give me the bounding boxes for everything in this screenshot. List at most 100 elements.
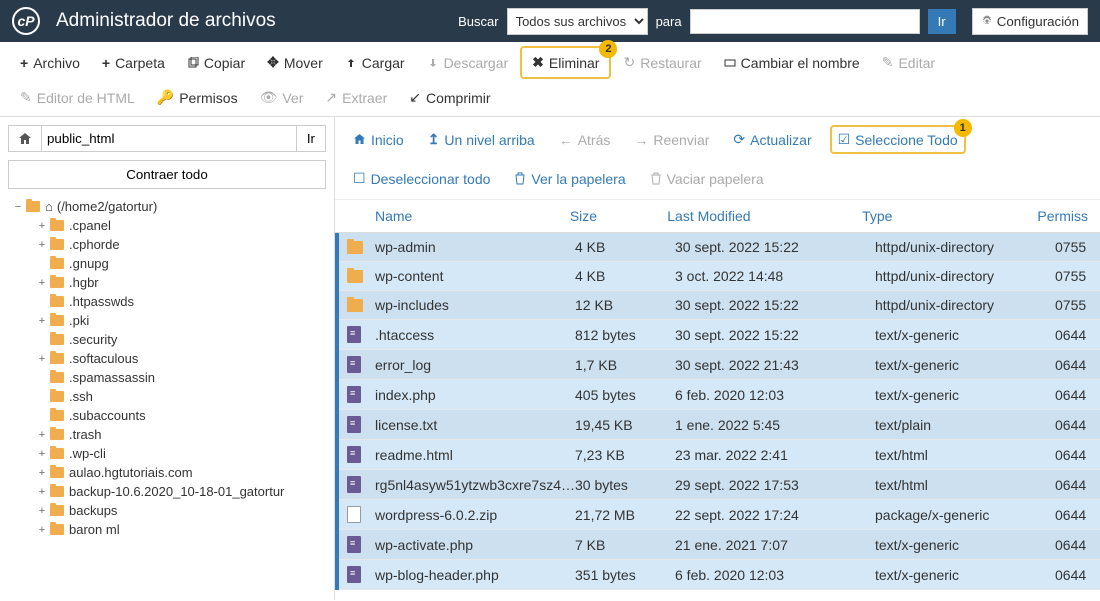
file-type: text/plain <box>875 417 1055 433</box>
table-row[interactable]: readme.html7,23 KB23 mar. 2022 2:41text/… <box>335 440 1100 470</box>
editor-html-button[interactable]: ✎Editor de HTML <box>10 83 145 112</box>
table-row[interactable]: .htaccess812 bytes30 sept. 2022 15:22tex… <box>335 320 1100 350</box>
comprimir-button[interactable]: ↙Comprimir <box>399 83 500 112</box>
tree-label: .hgbr <box>69 275 99 290</box>
eliminar-button[interactable]: ✖Eliminar2 <box>520 46 611 79</box>
tree-label: .softaculous <box>69 351 138 366</box>
col-modified[interactable]: Last Modified <box>667 208 862 224</box>
file-type: httpd/unix-directory <box>875 239 1055 255</box>
folder-icon <box>50 505 64 516</box>
zip-icon <box>347 506 361 523</box>
reenviar-link[interactable]: →Reenviar <box>628 125 715 154</box>
file-perm: 0644 <box>1055 507 1088 523</box>
archivo-button[interactable]: +Archivo <box>10 46 90 79</box>
tree-item[interactable]: .gnupg <box>8 254 326 273</box>
table-row[interactable]: index.php405 bytes6 feb. 2020 12:03text/… <box>335 380 1100 410</box>
tree-item[interactable]: +backup-10.6.2020_10-18-01_gatortur <box>8 482 326 501</box>
col-type[interactable]: Type <box>862 208 1037 224</box>
tree-item[interactable]: .spamassassin <box>8 368 326 387</box>
file-size: 30 bytes <box>575 477 675 493</box>
descargar-button[interactable]: Descargar <box>417 46 519 79</box>
vaciar-papelera-link[interactable]: Vaciar papelera <box>644 166 770 191</box>
main-toolbar: +Archivo +Carpeta Copiar ✥Mover Cargar D… <box>0 42 1100 117</box>
file-size: 4 KB <box>575 268 675 284</box>
folder-icon <box>50 296 64 307</box>
file-size: 12 KB <box>575 297 675 313</box>
file-perm: 0644 <box>1055 567 1088 583</box>
file-perm: 0644 <box>1055 477 1088 493</box>
tree-item[interactable]: .subaccounts <box>8 406 326 425</box>
cambiar-button[interactable]: Cambiar el nombre <box>714 46 870 79</box>
file-modified: 23 mar. 2022 2:41 <box>675 447 875 463</box>
tree-item[interactable]: .htpasswds <box>8 292 326 311</box>
tree-item[interactable]: +.cphorde <box>8 235 326 254</box>
tree-item[interactable]: +.wp-cli <box>8 444 326 463</box>
tree-item[interactable]: +baron ml <box>8 520 326 539</box>
atras-link[interactable]: ←Atrás <box>553 125 617 154</box>
search-scope-select[interactable]: Todos sus archivos <box>507 8 648 35</box>
tree-item[interactable]: .ssh <box>8 387 326 406</box>
col-size[interactable]: Size <box>570 208 667 224</box>
tree-item[interactable]: +.trash <box>8 425 326 444</box>
ver-button[interactable]: 👁Ver <box>250 83 314 112</box>
selection-bar <box>335 233 339 590</box>
path-input[interactable] <box>42 125 297 152</box>
restaurar-button[interactable]: ↻Restaurar <box>613 46 711 79</box>
file-icon <box>347 566 361 583</box>
table-row[interactable]: error_log1,7 KB30 sept. 2022 21:43text/x… <box>335 350 1100 380</box>
tree-item[interactable]: +.softaculous <box>8 349 326 368</box>
tree-item[interactable]: +aulao.hgtutoriais.com <box>8 463 326 482</box>
tree-item[interactable]: +backups <box>8 501 326 520</box>
inicio-link[interactable]: Inicio <box>347 125 410 154</box>
permisos-button[interactable]: 🔑Permisos <box>147 83 248 112</box>
table-row[interactable]: rg5nl4asyw51ytzwb3cxre7sz4be2p.html30 by… <box>335 470 1100 500</box>
table-row[interactable]: wp-activate.php7 KB21 ene. 2021 7:07text… <box>335 530 1100 560</box>
carpeta-button[interactable]: +Carpeta <box>92 46 175 79</box>
folder-icon <box>50 429 64 440</box>
mover-button[interactable]: ✥Mover <box>257 46 333 79</box>
content-panel: Inicio ↥Un nivel arriba ←Atrás →Reenviar… <box>335 117 1100 600</box>
tree-label: .cphorde <box>69 237 120 252</box>
tree-item[interactable]: +.pki <box>8 311 326 330</box>
table-row[interactable]: wp-includes12 KB30 sept. 2022 15:22httpd… <box>335 291 1100 320</box>
search-go-button[interactable]: Ir <box>928 9 956 34</box>
path-go-button[interactable]: Ir <box>297 125 326 152</box>
file-perm: 0644 <box>1055 357 1088 373</box>
table-row[interactable]: wp-content4 KB3 oct. 2022 14:48httpd/uni… <box>335 262 1100 291</box>
nivel-arriba-link[interactable]: ↥Un nivel arriba <box>422 125 541 154</box>
collapse-all-button[interactable]: Contraer todo <box>8 160 326 189</box>
table-row[interactable]: wp-blog-header.php351 bytes6 feb. 2020 1… <box>335 560 1100 590</box>
editar-button[interactable]: ✎Editar <box>872 46 945 79</box>
tree-item[interactable]: +.hgbr <box>8 273 326 292</box>
cpanel-logo: cP <box>12 7 40 35</box>
search-input[interactable] <box>690 9 920 34</box>
cargar-button[interactable]: Cargar <box>335 46 415 79</box>
deseleccionar-link[interactable]: ☐Deseleccionar todo <box>347 166 496 191</box>
extraer-button[interactable]: ↗Extraer <box>315 83 397 112</box>
seleccione-todo-link[interactable]: ☑Seleccione Todo1 <box>830 125 966 154</box>
folder-icon <box>50 391 64 402</box>
table-header: Name Size Last Modified Type Permiss <box>335 200 1100 233</box>
search-label: Buscar <box>458 14 498 29</box>
table-row[interactable]: wp-admin4 KB30 sept. 2022 15:22httpd/uni… <box>335 233 1100 262</box>
file-modified: 30 sept. 2022 15:22 <box>675 297 875 313</box>
file-name: .htaccess <box>375 327 575 343</box>
home-button[interactable] <box>8 125 42 152</box>
tree-item[interactable]: +.cpanel <box>8 216 326 235</box>
table-row[interactable]: license.txt19,45 KB1 ene. 2022 5:45text/… <box>335 410 1100 440</box>
actualizar-link[interactable]: ⟳Actualizar <box>727 125 817 154</box>
tree-item[interactable]: .security <box>8 330 326 349</box>
col-permissions[interactable]: Permiss <box>1037 208 1088 224</box>
file-perm: 0755 <box>1055 268 1088 284</box>
table-row[interactable]: wordpress-6.0.2.zip21,72 MB22 sept. 2022… <box>335 500 1100 530</box>
col-name[interactable]: Name <box>375 208 570 224</box>
file-size: 7,23 KB <box>575 447 675 463</box>
config-button[interactable]: Configuración <box>972 8 1088 35</box>
trash-icon <box>514 172 526 185</box>
file-type: package/x-generic <box>875 507 1055 523</box>
copiar-button[interactable]: Copiar <box>177 46 255 79</box>
tree-label: .ssh <box>69 389 93 404</box>
ver-papelera-link[interactable]: Ver la papelera <box>508 166 631 191</box>
tree-root[interactable]: −⌂(/home2/gatortur) <box>8 197 326 216</box>
copy-icon <box>187 57 199 69</box>
